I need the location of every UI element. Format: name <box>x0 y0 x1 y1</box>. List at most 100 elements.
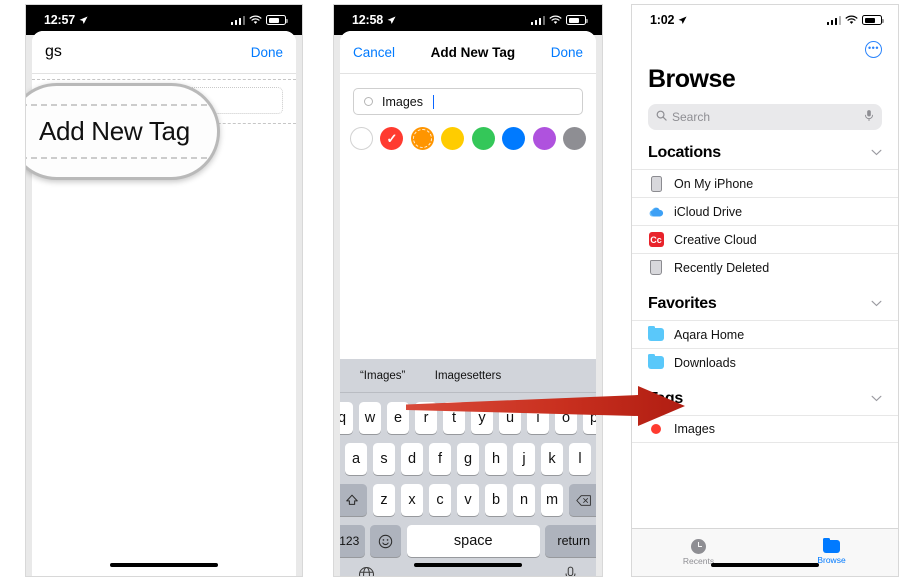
key-q[interactable]: q <box>340 402 354 434</box>
status-right-3 <box>826 15 884 25</box>
chevron-down-icon[interactable] <box>871 147 882 159</box>
list-item[interactable]: Recently Deleted <box>632 253 898 281</box>
key-c[interactable]: c <box>428 484 452 516</box>
microphone-icon[interactable] <box>563 566 578 576</box>
tab-bar[interactable]: Recents Browse <box>632 528 898 576</box>
color-swatch-row[interactable]: ✓ <box>350 127 586 150</box>
key-b[interactable]: b <box>484 484 508 516</box>
home-indicator-1 <box>110 562 218 567</box>
sheet-backdrop-2: Cancel Add New Tag Done Images ✓ “Images… <box>334 31 602 576</box>
key-g[interactable]: g <box>456 443 480 475</box>
list-item[interactable]: Aqara Home <box>632 320 898 348</box>
smiley-face-icon[interactable] <box>370 525 402 557</box>
color-swatch-purple[interactable] <box>532 127 556 150</box>
key-x[interactable]: x <box>400 484 424 516</box>
key-s[interactable]: s <box>372 443 396 475</box>
key-j[interactable]: j <box>512 443 536 475</box>
chevron-down-icon[interactable] <box>871 298 882 310</box>
shift-up-arrow-icon[interactable] <box>340 484 368 516</box>
tab-recents[interactable]: Recents <box>632 529 765 576</box>
ellipsis-circle-icon[interactable]: ••• <box>865 41 882 58</box>
status-bar-3: 1:02 <box>632 5 898 35</box>
section-title: Favorites <box>648 295 717 312</box>
color-swatch-gray[interactable] <box>562 127 586 150</box>
key-h[interactable]: h <box>484 443 508 475</box>
wifi-icon <box>249 15 262 24</box>
list-item[interactable]: Downloads <box>632 348 898 376</box>
trash-icon <box>648 260 664 276</box>
key-m[interactable]: m <box>540 484 564 516</box>
key-v[interactable]: v <box>456 484 480 516</box>
red-pointer-arrow <box>406 386 685 426</box>
wifi-icon <box>845 15 858 24</box>
checkmark-icon: ✓ <box>386 131 398 146</box>
tag-name-value: Images <box>382 94 423 109</box>
status-left-2: 12:58 <box>352 13 396 27</box>
folder-icon <box>823 537 840 553</box>
location-arrow-icon <box>387 15 396 24</box>
phone-screenshot-3: 1:02 ••• Browse Search Locations On My i… <box>631 4 899 577</box>
tab-browse[interactable]: Browse <box>765 529 898 576</box>
list-item[interactable]: iCloud Drive <box>632 197 898 225</box>
done-button[interactable]: Done <box>251 45 283 60</box>
search-bar[interactable]: Search <box>648 104 882 130</box>
space-key[interactable]: space <box>406 525 540 557</box>
section-header-locations[interactable]: Locations <box>632 130 898 169</box>
cancel-button[interactable]: Cancel <box>353 45 395 60</box>
navbar-title: Add New Tag <box>430 44 516 60</box>
key-a[interactable]: a <box>344 443 368 475</box>
list-item[interactable]: On My iPhone <box>632 169 898 197</box>
add-new-tag-label[interactable]: Add New Tag <box>39 116 190 147</box>
list-item[interactable]: Cc Creative Cloud <box>632 225 898 253</box>
prediction-item-0[interactable]: “Images” <box>340 370 425 382</box>
key-z[interactable]: z <box>372 484 396 516</box>
keyboard-row-3[interactable]: zxcvbnm <box>340 484 596 516</box>
key-f[interactable]: f <box>428 443 452 475</box>
done-button[interactable]: Done <box>551 45 583 60</box>
wifi-icon <box>549 15 562 24</box>
search-input[interactable]: Search <box>672 110 859 124</box>
color-swatch-none[interactable] <box>350 127 373 150</box>
creative-cloud-icon: Cc <box>648 232 664 248</box>
color-swatch-green[interactable] <box>471 127 495 150</box>
list-item-label: iCloud Drive <box>674 204 743 219</box>
screenshot-stage: 12:57 gs Done Add New Tag 12:58 Cancel A… <box>0 0 900 581</box>
battery-icon <box>862 15 884 25</box>
status-right-1 <box>230 15 288 25</box>
chevron-down-icon[interactable] <box>871 393 882 405</box>
color-swatch-orange[interactable] <box>410 127 434 150</box>
numbers-key[interactable]: 123 <box>340 525 365 557</box>
tag-circle-icon <box>364 97 373 106</box>
keyboard-row-4[interactable]: 123 space return <box>340 525 596 557</box>
color-swatch-blue[interactable] <box>502 127 526 150</box>
tab-label: Browse <box>817 555 846 565</box>
location-arrow-icon <box>678 15 687 24</box>
browse-screen: ••• Browse Search Locations On My iPhone i… <box>632 35 898 576</box>
status-time: 1:02 <box>650 13 675 27</box>
color-swatch-red[interactable]: ✓ <box>380 127 404 150</box>
magnifier-dashed-line-top <box>26 104 217 106</box>
key-d[interactable]: d <box>400 443 424 475</box>
home-indicator-2 <box>414 562 522 567</box>
backspace-delete-icon[interactable] <box>568 484 596 516</box>
modal-sheet-2: Cancel Add New Tag Done Images ✓ “Images… <box>340 31 596 576</box>
navbar-title-partial: gs <box>45 43 62 60</box>
magnifier-callout: Add New Tag <box>26 83 220 180</box>
return-key[interactable]: return <box>545 525 596 557</box>
section-header-favorites[interactable]: Favorites <box>632 281 898 320</box>
cellular-bars-icon <box>826 15 841 25</box>
color-swatch-yellow[interactable] <box>441 127 465 150</box>
tag-name-input[interactable]: Images <box>353 88 583 115</box>
icloud-drive-icon <box>648 204 664 220</box>
key-w[interactable]: w <box>358 402 382 434</box>
keyboard-row-2[interactable]: asdfghjkl <box>340 443 596 475</box>
key-k[interactable]: k <box>540 443 564 475</box>
status-left-1: 12:57 <box>44 13 88 27</box>
globe-language-icon[interactable] <box>358 566 375 576</box>
key-l[interactable]: l <box>568 443 592 475</box>
key-n[interactable]: n <box>512 484 536 516</box>
toolbar-3: ••• <box>632 35 898 58</box>
prediction-item-1[interactable]: Imagesetters <box>425 370 510 382</box>
folder-icon <box>648 353 664 371</box>
microphone-icon[interactable] <box>864 109 874 125</box>
